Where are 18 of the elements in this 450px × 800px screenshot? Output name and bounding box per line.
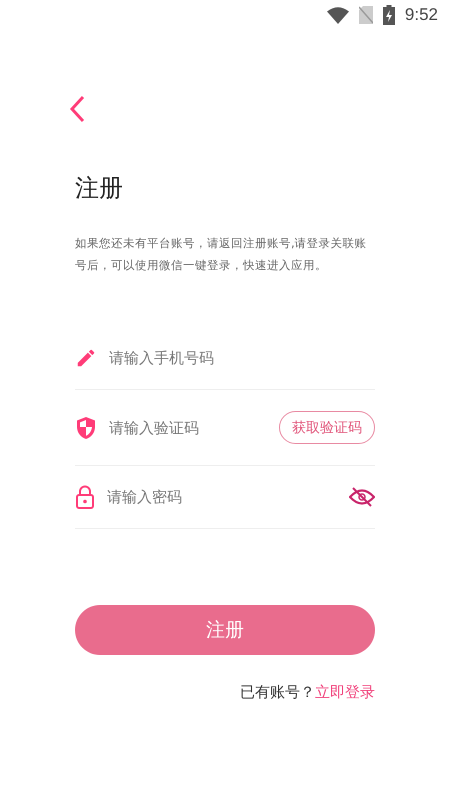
register-button[interactable]: 注册 <box>75 605 375 655</box>
back-icon[interactable] <box>69 95 85 123</box>
wifi-icon <box>326 6 349 24</box>
get-code-button[interactable]: 获取验证码 <box>279 411 375 444</box>
account-prompt: 已有账号？ <box>240 683 315 702</box>
lock-icon <box>75 485 95 509</box>
pencil-icon <box>75 346 97 368</box>
input-field[interactable]: 请输入手机号码 <box>109 348 375 366</box>
login-link[interactable]: 立即登录 <box>315 683 375 702</box>
eye-off-icon[interactable] <box>349 487 375 507</box>
battery-icon <box>382 5 395 25</box>
shield-icon <box>75 416 97 440</box>
input-field[interactable]: 请输入验证码 <box>109 418 267 436</box>
status-time: 9:52 <box>404 5 438 25</box>
description-text: 如果您还未有平台账号，请返回注册账号,请登录关联账号后，可以使用微信一键登录，快速进入应用。 <box>75 235 368 274</box>
input-field[interactable]: 请输入密码 <box>107 488 337 506</box>
page-title: 注册 <box>75 173 124 204</box>
no-sim-icon <box>358 6 373 24</box>
